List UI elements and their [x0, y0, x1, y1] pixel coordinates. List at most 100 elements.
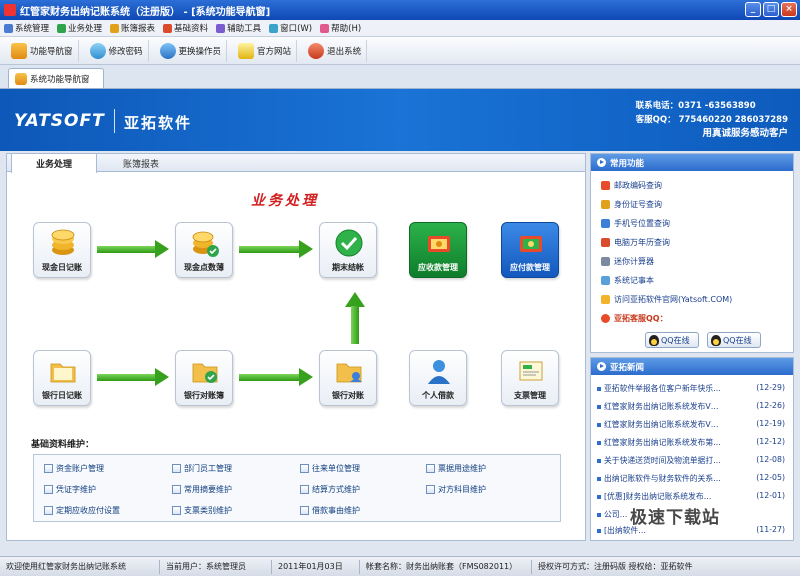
personal-loan-button[interactable]: 个人借款	[409, 350, 467, 406]
status-date: 2011年01月03日	[272, 559, 360, 574]
window-title: 红管家财务出纳记账系统（注册版） - [系统功能导航窗]	[20, 6, 271, 18]
form-icon	[44, 464, 53, 473]
bank-reconcile-button[interactable]: 银行对账	[319, 350, 377, 406]
news-item[interactable]: 亚拓软件举报各位客户新年快乐… (12-29)	[597, 383, 785, 394]
contact-qq: 客服QQ： 775460220 286037289	[635, 115, 788, 125]
app-icon	[4, 4, 16, 16]
coins-check-icon	[192, 231, 219, 257]
qq-online-button-2[interactable]: QQ在线	[707, 332, 761, 348]
bank-statement-button[interactable]: 银行对账簿	[175, 350, 233, 406]
basic-item-counter-subject[interactable]: 对方科目维护	[426, 484, 486, 495]
form-icon	[172, 506, 181, 515]
basic-item-periodic[interactable]: 定期应收应付设置	[44, 505, 120, 516]
exit-button[interactable]: 退出系统	[303, 39, 368, 62]
basic-item-loan-reasons[interactable]: 借款事由维护	[300, 505, 360, 516]
check-mgmt-button[interactable]: 支票管理	[501, 350, 559, 406]
receivable-button[interactable]: 应收款管理	[409, 222, 467, 278]
cash-count-button[interactable]: 现金点数薄	[175, 222, 233, 278]
logo: YATSOFT	[14, 111, 105, 131]
qq-online-button-1[interactable]: QQ在线	[645, 332, 699, 348]
basic-item-bill-usage[interactable]: 票据用途维护	[426, 463, 486, 474]
tool-notepad[interactable]: 系统记事本	[601, 275, 654, 286]
menu-tools[interactable]: 辅助工具	[216, 22, 261, 34]
document-tabstrip: 系统功能导航窗	[0, 65, 800, 89]
basic-item-summaries[interactable]: 常用摘要维护	[172, 484, 232, 495]
basic-item-check-types[interactable]: 支票类别维护	[172, 505, 232, 516]
basic-item-settlement[interactable]: 结算方式维护	[300, 484, 360, 495]
form-icon	[172, 485, 181, 494]
menu-reports[interactable]: 账簿报表	[110, 22, 155, 34]
form-icon	[426, 464, 435, 473]
flow-arrow-icon	[239, 240, 315, 258]
calculator-icon	[601, 257, 610, 266]
tool-website[interactable]: 访问亚拓软件官网(Yatsoft.COM)	[601, 294, 732, 305]
reports-icon	[110, 23, 120, 33]
basic-item-departments[interactable]: 部门员工管理	[172, 463, 232, 474]
tab-business[interactable]: 业务处理	[11, 154, 97, 173]
switch-operator-button[interactable]: 更换操作员	[155, 39, 228, 62]
notepad-icon	[601, 276, 610, 285]
basic-data-icon	[163, 23, 173, 33]
menu-window[interactable]: 窗口(W)	[269, 22, 312, 34]
basic-data-box: 资金账户管理 部门员工管理 往来单位管理 票据用途维护 凭证字维护 常用摘要维护…	[33, 454, 561, 522]
news-item[interactable]: 红管家财务出纳记账系统发布V… (12-19)	[597, 419, 785, 430]
menu-bar: 系统管理 业务处理 账簿报表 基础资料 辅助工具 窗口(W) 帮助(H)	[0, 20, 800, 37]
person-icon	[428, 360, 450, 384]
cash-journal-button[interactable]: 现金日记账	[33, 222, 91, 278]
news-item[interactable]: 红管家财务出纳记账系统发布V… (12-26)	[597, 401, 785, 412]
menu-basic-data[interactable]: 基础资料	[163, 22, 208, 34]
basic-item-partners[interactable]: 往来单位管理	[300, 463, 360, 474]
payable-button[interactable]: 应付款管理	[501, 222, 559, 278]
flow-arrow-icon	[239, 368, 315, 386]
main-tabs: 业务处理 账簿报表	[7, 154, 585, 173]
tool-calculator[interactable]: 迷你计算器	[601, 256, 654, 267]
support-icon	[601, 314, 610, 323]
news-item[interactable]: [优惠]财务出纳记账系统发布… (12-01)	[597, 491, 785, 502]
mail-icon	[601, 181, 610, 190]
period-close-button[interactable]: 期末结帐	[319, 222, 377, 278]
tool-postcode[interactable]: 邮政编码查询	[601, 180, 662, 191]
logo-chinese: 亚拓软件	[124, 114, 193, 132]
nav-window-button[interactable]: 功能导航窗	[6, 39, 79, 62]
menu-system[interactable]: 系统管理	[4, 22, 49, 34]
flow-arrow-icon	[97, 240, 169, 258]
qq-support-label: 亚拓客服QQ：	[601, 313, 668, 324]
arrow-bullet-icon	[597, 158, 606, 167]
contact-info: 联系电话：0371 -63563890 客服QQ： 775460220 2860…	[636, 99, 788, 141]
basic-item-fund-accounts[interactable]: 资金账户管理	[44, 463, 104, 474]
main-panel: 业务处理 账簿报表 业务处理 现金日记账 现金点数薄 期末结帐 应收款管理 应付…	[6, 153, 586, 541]
business-icon	[57, 23, 67, 33]
tab-reports[interactable]: 账簿报表	[103, 154, 179, 172]
tool-mobile[interactable]: 手机号位置查询	[601, 218, 670, 229]
window-controls: _ □ ×	[745, 2, 797, 17]
tool-calendar[interactable]: 电脑万年历查询	[601, 237, 670, 248]
form-icon	[172, 464, 181, 473]
penguin-icon	[649, 334, 659, 346]
key-icon	[89, 42, 106, 59]
folder-check-icon	[192, 363, 218, 383]
news-item[interactable]: 关于快递送货时间及物流单据打… (12-08)	[597, 455, 785, 466]
form-icon	[44, 485, 53, 494]
section-title: 业务处理	[251, 193, 319, 209]
status-account: 帐套名称：财务出纳账套（FMS082011）	[360, 559, 532, 574]
news-item[interactable]: 红管家财务出纳记账系统发布第… (12-12)	[597, 437, 785, 448]
form-icon	[44, 506, 53, 515]
help-icon	[320, 23, 330, 33]
news-item[interactable]: 出纳记账软件与财务软件的关系… (12-05)	[597, 473, 785, 484]
basic-item-voucher[interactable]: 凭证字维护	[44, 484, 96, 495]
close-button[interactable]: ×	[781, 2, 797, 17]
tool-idcard[interactable]: 身份证号查询	[601, 199, 662, 210]
official-site-button[interactable]: 官方网站	[233, 39, 298, 62]
menu-business[interactable]: 业务处理	[57, 22, 102, 34]
bank-journal-button[interactable]: 银行日记账	[33, 350, 91, 406]
minimize-button[interactable]: _	[745, 2, 761, 17]
maximize-button[interactable]: □	[763, 2, 779, 17]
penguin-icon	[711, 334, 721, 346]
folder-icon	[50, 363, 76, 383]
globe-icon	[601, 295, 610, 304]
window-icon	[269, 23, 279, 33]
change-password-button[interactable]: 修改密码	[85, 39, 149, 62]
tab-system-nav[interactable]: 系统功能导航窗	[8, 68, 104, 88]
tools-icon	[216, 23, 226, 33]
menu-help[interactable]: 帮助(H)	[320, 22, 361, 34]
